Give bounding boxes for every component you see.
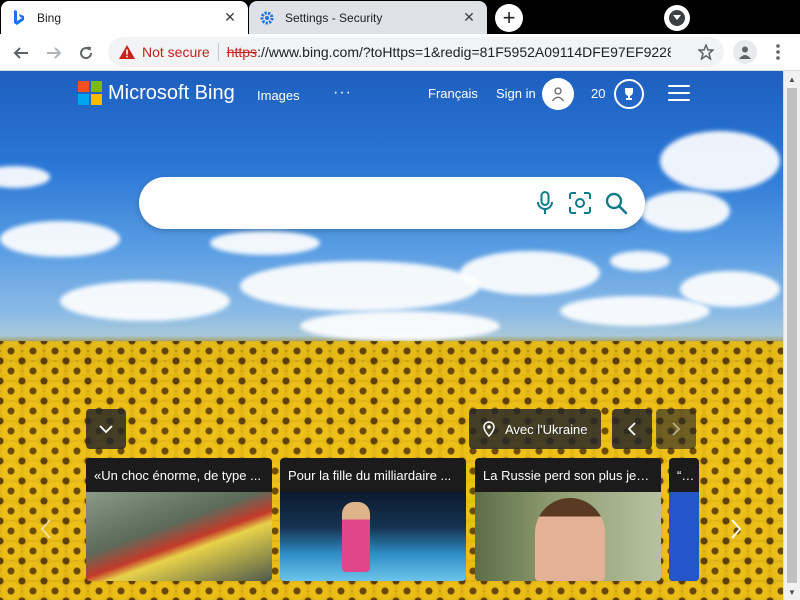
tab-title: Settings - Security	[285, 10, 383, 25]
sign-in-avatar[interactable]	[542, 78, 574, 110]
search-icon[interactable]	[603, 190, 629, 216]
tab-search-button[interactable]	[664, 5, 690, 31]
background-cloud	[640, 191, 730, 231]
background-cloud	[0, 166, 50, 188]
bing-homepage: Microsoft Bing Images ··· Français Sign …	[0, 71, 783, 600]
person-silhouette	[342, 502, 370, 572]
language-link[interactable]: Français	[428, 86, 478, 101]
scroll-up-arrow-icon[interactable]: ▲	[784, 71, 800, 87]
close-icon[interactable]: ✕	[222, 9, 238, 26]
bookmark-star-icon[interactable]	[696, 42, 716, 62]
news-card-thumbnail	[280, 492, 466, 581]
person-icon	[551, 87, 565, 102]
ukraine-info-button[interactable]: Avec l'Ukraine	[469, 409, 602, 449]
sign-in-link[interactable]: Sign in	[496, 86, 536, 101]
tab-strip: Bing ✕ Settings - Security ✕ +	[0, 0, 800, 34]
forward-button[interactable]	[41, 40, 67, 66]
browser-toolbar: Not secure https ://www.bing.com/?toHttp…	[0, 34, 800, 71]
person-icon	[739, 46, 751, 59]
background-cloud	[240, 261, 480, 311]
search-input[interactable]	[159, 189, 519, 217]
news-card-title: «Un choc énorme, de type ...	[94, 468, 261, 483]
background-cloud	[660, 131, 780, 191]
background-cloud	[460, 251, 600, 295]
tab-bing[interactable]: Bing ✕	[1, 1, 248, 34]
chevron-down-icon	[669, 10, 685, 26]
tab-title: Bing	[37, 10, 62, 25]
chevron-left-icon	[628, 422, 636, 436]
browser-menu-button[interactable]	[766, 40, 790, 64]
search-box	[139, 177, 645, 229]
chevron-down-icon	[99, 425, 113, 433]
background-cloud	[60, 281, 230, 321]
person-silhouette	[535, 498, 605, 581]
background-cloud	[0, 221, 120, 257]
new-tab-button[interactable]: +	[495, 4, 523, 32]
nav-images-link[interactable]: Images	[257, 88, 300, 103]
news-card-title: La Russie perd son plus jeu...	[483, 468, 655, 483]
brand-name: Microsoft Bing	[108, 81, 235, 104]
kebab-menu-icon	[776, 44, 780, 60]
page-scrollbar[interactable]: ▲ ▼	[783, 71, 800, 600]
nav-more-button[interactable]: ···	[333, 84, 352, 102]
background-cloud	[560, 296, 710, 326]
arrow-left-icon	[13, 47, 28, 59]
news-card[interactable]: La Russie perd son plus jeu...	[475, 458, 661, 581]
scrollbar-thumb[interactable]	[787, 88, 797, 583]
microsoft-logo-icon	[78, 81, 102, 105]
news-card[interactable]: Pour la fille du milliardaire ...	[280, 458, 466, 581]
background-cloud	[610, 251, 670, 271]
reload-button[interactable]	[73, 40, 99, 66]
profile-avatar-button[interactable]	[733, 40, 757, 64]
previous-image-button[interactable]	[612, 409, 652, 449]
location-pin-icon	[483, 421, 495, 437]
news-card-thumbnail	[475, 492, 661, 581]
close-icon[interactable]: ✕	[461, 9, 477, 26]
background-cloud	[300, 311, 500, 341]
collapse-feed-button[interactable]	[86, 409, 126, 449]
gear-icon	[259, 10, 275, 26]
scroll-down-arrow-icon[interactable]: ▼	[784, 584, 800, 600]
divider	[217, 43, 219, 61]
feed-previous-arrow[interactable]	[34, 511, 58, 547]
next-image-button[interactable]	[656, 409, 696, 449]
chevron-right-icon	[731, 519, 741, 539]
url-scheme: https	[226, 44, 258, 60]
news-card-title: “Jus	[677, 468, 699, 483]
address-bar[interactable]: Not secure https ://www.bing.com/?toHttp…	[108, 37, 724, 67]
arrow-right-icon	[47, 47, 62, 59]
rewards-trophy-icon[interactable]	[614, 79, 644, 109]
news-card-title: Pour la fille du milliardaire ...	[288, 468, 452, 483]
news-card-thumbnail	[669, 492, 699, 581]
reload-icon	[80, 46, 93, 60]
microsoft-bing-logo[interactable]: Microsoft Bing	[78, 81, 235, 105]
background-cloud	[210, 231, 320, 255]
news-card[interactable]: «Un choc énorme, de type ...	[86, 458, 272, 581]
url-text: ://www.bing.com/?toHttps=1&redig=81F5952…	[257, 44, 672, 60]
bing-icon	[11, 9, 27, 26]
news-card-thumbnail	[86, 492, 272, 581]
visual-search-icon[interactable]	[567, 190, 593, 216]
back-button[interactable]	[8, 40, 34, 66]
not-secure-label[interactable]: Not secure	[142, 44, 210, 60]
ukraine-label: Avec l'Ukraine	[505, 421, 588, 437]
tab-settings-security[interactable]: Settings - Security ✕	[249, 1, 487, 34]
news-card[interactable]: “Jus	[669, 458, 699, 581]
chevron-right-icon	[672, 422, 680, 436]
warning-icon[interactable]	[118, 43, 136, 61]
rewards-count[interactable]: 20	[591, 86, 605, 101]
feed-next-arrow[interactable]	[724, 511, 748, 547]
microphone-icon[interactable]	[532, 190, 558, 216]
hamburger-menu-icon[interactable]	[668, 85, 690, 101]
chevron-left-icon	[41, 519, 51, 539]
